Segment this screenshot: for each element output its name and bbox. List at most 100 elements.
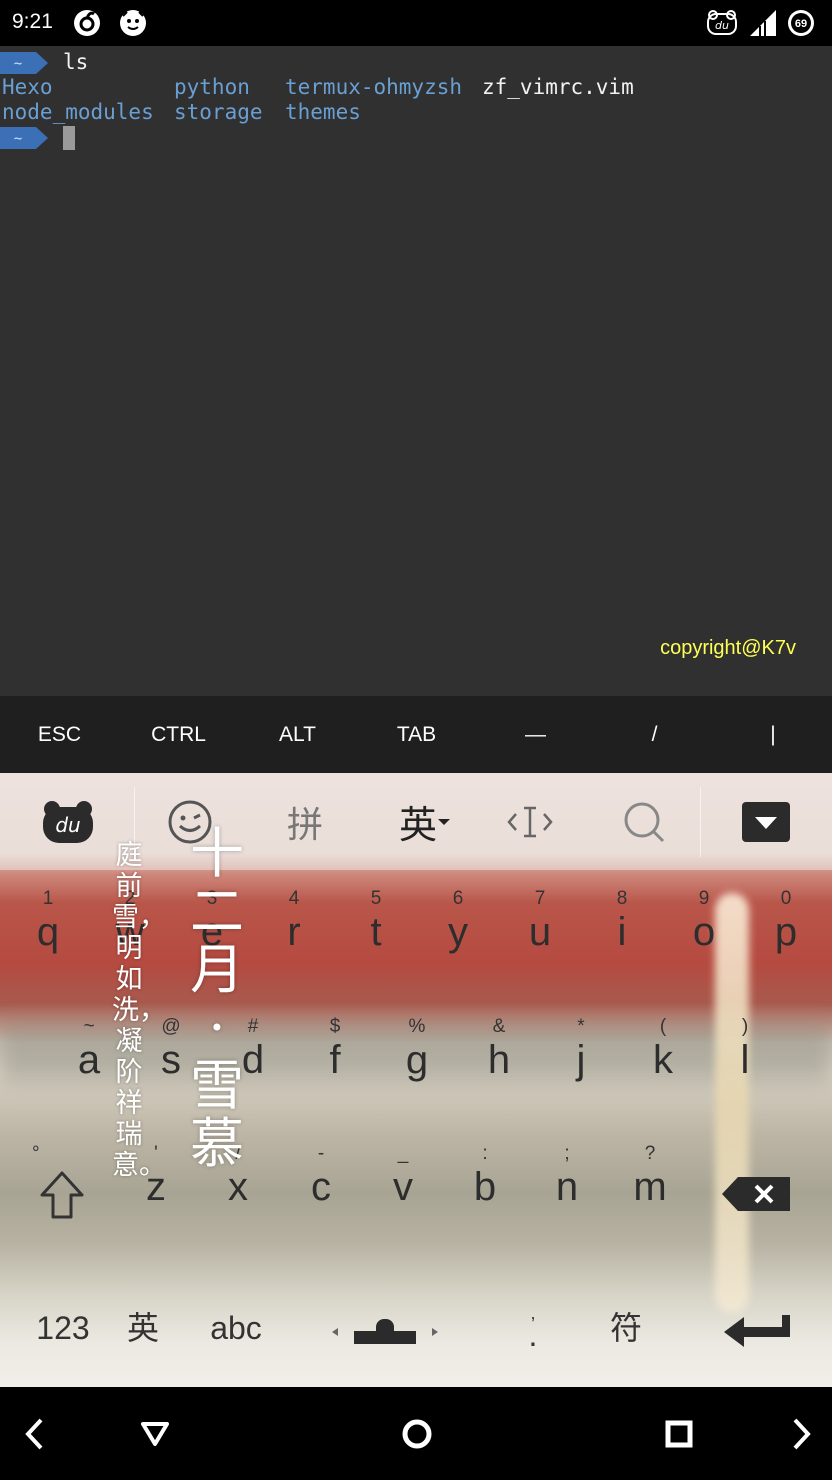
enter-key[interactable]	[716, 1283, 796, 1373]
key-k[interactable]: (k	[622, 998, 704, 1118]
key-hint: 0	[780, 888, 792, 909]
period-key[interactable]: , .	[508, 1283, 558, 1373]
key-r[interactable]: 4r	[253, 870, 335, 990]
navigation-bar	[0, 1387, 832, 1480]
recents-icon[interactable]	[644, 1387, 714, 1480]
prompt-segment: ~	[0, 127, 50, 149]
file-entry: zf_vimrc.vim	[482, 75, 634, 99]
ime-keyboard: du 拼 英 1q 2w 3e 4r 5t 6y 7u 8i 9o 0p ~ a …	[0, 773, 832, 1387]
key-q[interactable]: 1q	[7, 870, 89, 990]
key-hint: )	[741, 1016, 749, 1037]
key-b[interactable]: :b	[444, 1125, 526, 1245]
key-label: r	[287, 910, 301, 954]
key-label: b	[473, 1165, 497, 1209]
key-label: h	[487, 1038, 511, 1082]
netease-music-icon	[72, 8, 102, 38]
symbols-key[interactable]: 符	[596, 1283, 656, 1373]
key-label: p	[774, 910, 798, 954]
key-p[interactable]: 0p	[745, 870, 827, 990]
key-u[interactable]: 7u	[499, 870, 581, 990]
pipe-key[interactable]: |	[714, 696, 832, 773]
alt-key[interactable]: ALT	[238, 696, 357, 773]
key-label: u	[528, 910, 552, 954]
poem-overlay-title: 十二月·雪慕	[190, 822, 244, 1175]
dash-key[interactable]: —	[476, 696, 595, 773]
key-label: j	[576, 1038, 586, 1082]
triangle-back-icon[interactable]	[120, 1387, 190, 1480]
cell-signal-icon	[748, 8, 778, 38]
dir-entry: node_modules	[2, 100, 154, 124]
baidu-ime-icon: du	[705, 8, 739, 38]
key-hint: 7	[534, 888, 546, 909]
battery-icon: 69	[786, 8, 816, 38]
pinyin-mode-button[interactable]: 拼	[268, 773, 342, 870]
dir-entry: python	[174, 75, 250, 99]
key-g[interactable]: % g	[376, 998, 458, 1118]
extra-keys-row: ESC CTRL ALT TAB — / |	[0, 696, 832, 773]
key-y[interactable]: 6y	[417, 870, 499, 990]
back-icon[interactable]	[0, 1387, 70, 1480]
key-hint: 8	[616, 888, 628, 909]
dir-entry: termux-ohmyzsh	[285, 75, 463, 99]
slash-key[interactable]: /	[595, 696, 714, 773]
key-label: t	[370, 910, 382, 954]
key-c[interactable]: -c	[280, 1125, 362, 1245]
key-hint: &	[492, 1016, 506, 1037]
key-t[interactable]: 5t	[335, 870, 417, 990]
key-label: l	[740, 1038, 750, 1082]
cursor-move-icon[interactable]	[498, 773, 562, 870]
backspace-key[interactable]	[716, 1125, 796, 1245]
numbers-key[interactable]: 123	[28, 1283, 98, 1373]
terminal-cursor	[63, 126, 75, 150]
key-h[interactable]: & h	[458, 998, 540, 1118]
key-label: m	[633, 1165, 667, 1209]
svg-text:du: du	[715, 19, 729, 32]
key-o[interactable]: 9o	[663, 870, 745, 990]
key-hint: _	[397, 1143, 409, 1164]
abc-key[interactable]: abc	[198, 1283, 274, 1373]
key-l[interactable]: ) l	[704, 998, 786, 1118]
key-hint: -	[317, 1143, 325, 1164]
english-mode-label: 英	[398, 803, 437, 847]
baidu-logo-button[interactable]: du	[30, 773, 106, 870]
key-hint: %	[408, 1016, 426, 1037]
lion-app-icon	[118, 8, 148, 38]
terminal-view[interactable]: ~ ls Hexo python termux-ohmyzsh zf_vimrc…	[0, 46, 832, 696]
collapse-keyboard-icon[interactable]	[730, 773, 802, 870]
key-hint: *	[577, 1016, 585, 1037]
status-time: 9:21	[12, 10, 53, 33]
tab-key[interactable]: TAB	[357, 696, 476, 773]
space-key[interactable]	[320, 1283, 450, 1373]
key-label: c	[311, 1165, 331, 1209]
key-j[interactable]: * j	[540, 998, 622, 1118]
esc-key[interactable]: ESC	[0, 696, 119, 773]
key-hint: 6	[452, 888, 464, 909]
home-icon[interactable]	[382, 1387, 452, 1480]
key-label: g	[405, 1038, 429, 1082]
svg-text:~: ~	[14, 56, 22, 72]
status-bar: 9:21 du 69	[0, 0, 832, 46]
language-switch-key[interactable]: 英	[115, 1283, 171, 1373]
key-m[interactable]: ? m	[609, 1125, 691, 1245]
svg-text:69: 69	[795, 18, 807, 30]
key-hint: :	[482, 1143, 488, 1164]
key-f[interactable]: $ f	[294, 998, 376, 1118]
key-label: n	[555, 1165, 579, 1209]
shift-key[interactable]: °	[20, 1125, 102, 1245]
key-hint: ?	[644, 1143, 656, 1164]
search-icon[interactable]	[612, 773, 676, 870]
prompt-segment: ~	[0, 52, 50, 74]
key-label: q	[36, 910, 60, 954]
dir-entry: storage	[174, 100, 263, 124]
svg-text:~: ~	[14, 131, 22, 147]
key-v[interactable]: _ v	[362, 1125, 444, 1245]
forward-icon[interactable]	[766, 1387, 832, 1480]
space-microphone-icon	[332, 1319, 438, 1344]
key-i[interactable]: 8i	[581, 870, 663, 990]
key-n[interactable]: ; n	[526, 1125, 608, 1245]
ctrl-key[interactable]: CTRL	[119, 696, 238, 773]
key-hint: (	[659, 1016, 667, 1037]
english-mode-button[interactable]: 英	[385, 773, 465, 870]
enter-icon	[724, 1315, 790, 1347]
key-hint: 9	[698, 888, 710, 909]
